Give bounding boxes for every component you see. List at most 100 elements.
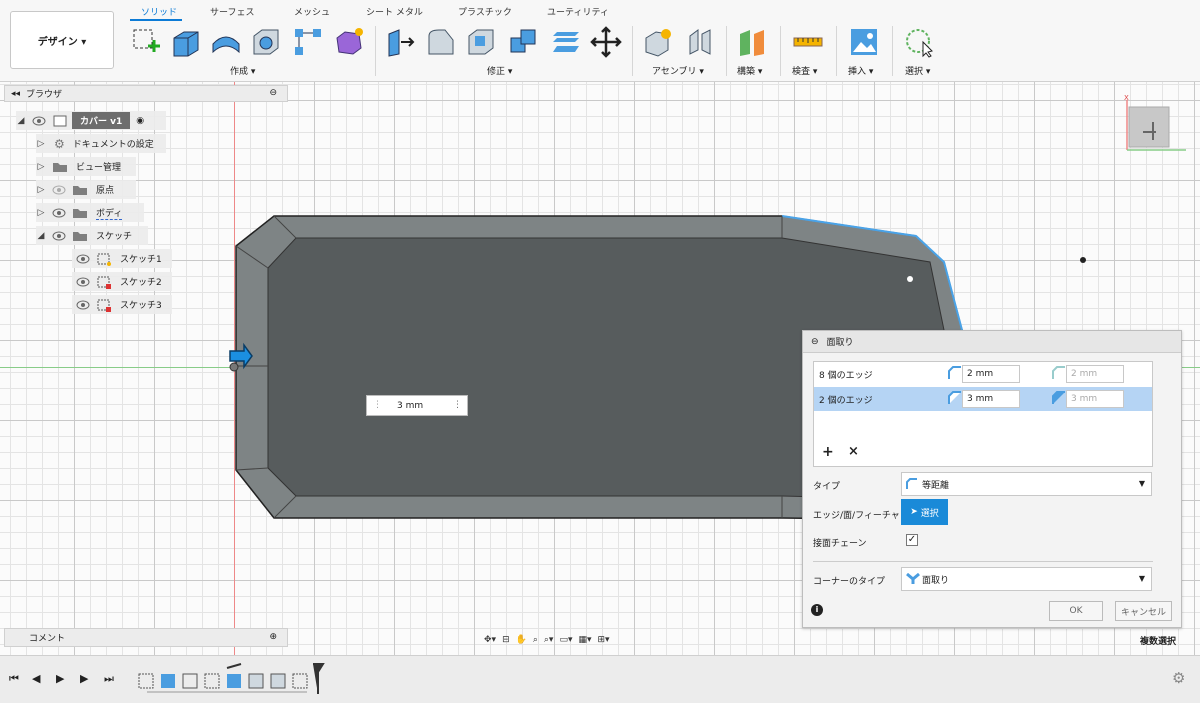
edge-set-row-selected[interactable]: 2 個のエッジ 3 mm 3 mm (814, 387, 1152, 411)
dimension-input[interactable]: ⋮ 3 mm ⋮ (366, 395, 468, 416)
tab-mesh[interactable]: メッシュ (294, 5, 330, 18)
collapsed-triangle-icon[interactable]: ▷ (36, 162, 46, 172)
measure-icon[interactable] (792, 26, 824, 58)
corner-type-dropdown[interactable]: 面取り ▼ (901, 567, 1152, 591)
group-inspect[interactable]: 検査 ▾ (792, 64, 817, 77)
timeline-start-icon[interactable]: ⏮ (9, 672, 19, 686)
orbit-icon[interactable]: ✥▾ (484, 635, 496, 645)
collapsed-triangle-icon[interactable]: ▷ (36, 185, 46, 195)
split-body-icon[interactable] (549, 26, 581, 58)
viewports-icon[interactable]: ⊞▾ (598, 635, 610, 645)
group-insert[interactable]: 挿入 ▾ (848, 64, 873, 77)
expanded-triangle-icon[interactable]: ◢ (16, 116, 26, 126)
tab-plastic[interactable]: プラスチック (458, 5, 512, 18)
eye-icon[interactable] (52, 208, 66, 218)
offset-plane-icon[interactable] (736, 26, 768, 58)
group-modify[interactable]: 修正 ▾ (487, 64, 512, 77)
collapsed-triangle-icon[interactable]: ▷ (36, 139, 46, 149)
tree-root[interactable]: ◢ カバー v1 ◉ (16, 111, 166, 130)
settings-gear-icon[interactable]: ⚙ (1172, 669, 1185, 687)
edge-set-table: 8 個のエッジ 2 mm 2 mm 2 個のエッジ 3 mm 3 mm + × (813, 361, 1153, 467)
fillet-icon[interactable] (425, 26, 457, 58)
tree-item-named-views[interactable]: ▷ ビュー管理 (36, 157, 136, 176)
display-settings-icon[interactable]: ▭▾ (559, 635, 572, 645)
insert-image-icon[interactable] (848, 26, 880, 58)
eye-icon[interactable] (76, 277, 90, 287)
distance-input[interactable]: 2 mm (1066, 365, 1124, 383)
type-dropdown[interactable]: 等距離 ▼ (901, 472, 1152, 496)
edge-set-row[interactable]: 8 個のエッジ 2 mm 2 mm (814, 362, 1152, 386)
tree-item-sketch-1[interactable]: スケッチ1 (72, 249, 172, 268)
add-comment-icon[interactable]: ⊕ (269, 632, 277, 642)
tangent-chain-checkbox[interactable]: ✓ (906, 534, 918, 546)
joint-icon[interactable] (684, 26, 716, 58)
view-cube[interactable]: X (1124, 94, 1186, 151)
zoom-icon[interactable]: ⌕ (533, 635, 538, 645)
eye-icon[interactable] (52, 231, 66, 241)
tab-utility[interactable]: ユーティリティ (547, 5, 609, 18)
tab-solid[interactable]: ソリッド (141, 5, 177, 18)
tree-item-document-settings[interactable]: ▷ ⚙ ドキュメントの設定 (36, 134, 166, 153)
cancel-button[interactable]: キャンセル (1115, 601, 1172, 621)
corner-type-label: コーナーのタイプ (813, 577, 886, 587)
group-select[interactable]: 選択 ▾ (905, 64, 930, 77)
revolve-icon[interactable] (210, 26, 242, 58)
info-icon[interactable]: i (811, 604, 823, 616)
distance-input[interactable]: 3 mm (962, 390, 1020, 408)
tree-item-sketch-3[interactable]: スケッチ3 (72, 295, 172, 314)
select-edges-button[interactable]: ➤ 選択 (901, 499, 948, 525)
comment-panel[interactable]: コメント ⊕ (4, 628, 288, 647)
expanded-triangle-icon[interactable]: ◢ (36, 231, 46, 241)
select-icon[interactable] (903, 26, 935, 58)
pattern-icon[interactable] (292, 26, 324, 58)
distance-input[interactable]: 3 mm (1066, 390, 1124, 408)
delete-icon[interactable]: × (848, 444, 859, 459)
tab-sheet-metal[interactable]: シート メタル (366, 5, 423, 18)
group-create[interactable]: 作成 ▾ (230, 64, 255, 77)
eye-icon[interactable] (76, 300, 90, 310)
tab-surface[interactable]: サーフェス (210, 5, 254, 18)
grid-settings-icon[interactable]: ▦▾ (578, 635, 591, 645)
tree-item-sketch-2[interactable]: スケッチ2 (72, 272, 172, 291)
eye-icon[interactable] (76, 254, 90, 264)
form-icon[interactable] (333, 26, 365, 58)
dialog-header[interactable]: ⊖ 面取り (803, 331, 1181, 353)
toolbar-separator (632, 26, 633, 76)
timeline-end-icon[interactable]: ⏭ (104, 672, 114, 686)
hole-icon[interactable] (250, 26, 282, 58)
extrude-icon[interactable] (170, 26, 202, 58)
combine-icon[interactable] (507, 26, 539, 58)
tree-item-label: スケッチ (96, 232, 133, 242)
distance-input[interactable]: 2 mm (962, 365, 1020, 383)
browser-title: ブラウザ (26, 90, 63, 100)
group-assemble[interactable]: アセンブリ ▾ (652, 64, 704, 77)
eye-icon[interactable] (32, 116, 46, 126)
activate-radio-icon[interactable]: ◉ (136, 116, 144, 126)
collapse-dialog-icon[interactable]: ⊖ (811, 337, 819, 347)
press-pull-icon[interactable] (385, 26, 417, 58)
look-at-icon[interactable]: ⊟ (502, 635, 510, 645)
ok-button[interactable]: OK (1049, 601, 1103, 621)
chamfer-shape-icon (948, 391, 961, 404)
collapse-icon[interactable]: ◂◂ (11, 89, 20, 99)
tree-item-sketches[interactable]: ◢ スケッチ (36, 226, 148, 245)
step-back-icon[interactable]: ◀ (32, 672, 40, 685)
create-sketch-icon[interactable] (130, 26, 162, 58)
new-component-icon[interactable] (642, 26, 674, 58)
eye-icon[interactable] (52, 185, 66, 195)
shell-icon[interactable] (465, 26, 497, 58)
play-icon[interactable]: ▶ (56, 672, 64, 685)
move-icon[interactable] (590, 26, 622, 58)
tree-item-origin[interactable]: ▷ 原点 (36, 180, 136, 199)
group-construct[interactable]: 構築 ▾ (737, 64, 762, 77)
minus-icon[interactable]: ⊖ (269, 88, 277, 98)
step-forward-icon[interactable]: ▶ (80, 672, 88, 685)
add-icon[interactable]: + (822, 444, 834, 460)
browser-panel-header[interactable]: ◂◂ ブラウザ ⊖ (4, 85, 288, 102)
workspace-dropdown[interactable]: デザイン ▾ (10, 11, 114, 69)
tree-item-bodies[interactable]: ▷ ボディ (36, 203, 144, 222)
pan-hand-icon[interactable]: ✋ (516, 635, 527, 645)
timeline-features[interactable] (135, 662, 335, 698)
fit-icon[interactable]: ⌕▾ (544, 635, 554, 645)
collapsed-triangle-icon[interactable]: ▷ (36, 208, 46, 218)
